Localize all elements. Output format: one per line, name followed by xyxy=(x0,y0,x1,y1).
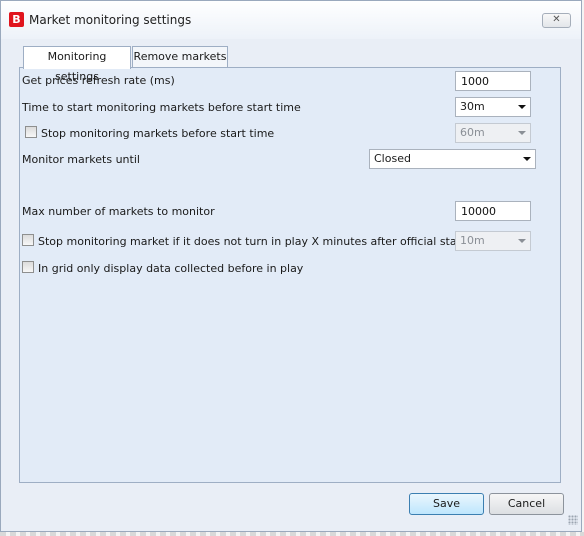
background-strip xyxy=(0,532,584,536)
max-markets-label: Max number of markets to monitor xyxy=(22,205,215,218)
settings-dialog: B Market monitoring settings ✕ Monitorin… xyxy=(0,0,582,532)
stop-before-select: 60m xyxy=(455,123,531,143)
window-title: Market monitoring settings xyxy=(29,13,192,27)
stop-not-inplay-checkbox[interactable] xyxy=(22,234,34,246)
refresh-rate-input[interactable] xyxy=(455,71,531,91)
tab-remove-markets[interactable]: Remove markets xyxy=(132,46,228,68)
max-markets-input[interactable] xyxy=(455,201,531,221)
monitor-until-label: Monitor markets until xyxy=(22,153,140,166)
stop-before-value: 60m xyxy=(460,126,485,139)
grid-before-inplay-checkbox[interactable] xyxy=(22,261,34,273)
chevron-down-icon xyxy=(523,157,531,161)
monitor-until-select[interactable]: Closed xyxy=(369,149,536,169)
chevron-down-icon xyxy=(518,131,526,135)
cancel-button[interactable]: Cancel xyxy=(489,493,564,515)
stop-not-inplay-select: 10m xyxy=(455,231,531,251)
stop-before-label: Stop monitoring markets before start tim… xyxy=(41,127,275,140)
stop-before-checkbox[interactable] xyxy=(25,126,37,138)
grid-before-inplay-label: In grid only display data collected befo… xyxy=(38,262,304,275)
start-time-select[interactable]: 30m xyxy=(455,97,531,117)
resize-grip-icon[interactable] xyxy=(568,515,578,525)
tab-monitoring-settings[interactable]: Monitoring settings xyxy=(23,46,131,83)
save-button[interactable]: Save xyxy=(409,493,484,515)
monitor-until-value: Closed xyxy=(374,152,411,165)
close-button[interactable]: ✕ xyxy=(542,13,571,28)
title-bar: B Market monitoring settings ✕ xyxy=(1,1,581,39)
stop-not-inplay-label: Stop monitoring market if it does not tu… xyxy=(38,235,494,248)
start-time-label: Time to start monitoring markets before … xyxy=(22,101,301,114)
chevron-down-icon xyxy=(518,105,526,109)
start-time-value: 30m xyxy=(460,100,485,113)
betfair-app-icon: B xyxy=(9,12,24,27)
chevron-down-icon xyxy=(518,239,526,243)
stop-not-inplay-value: 10m xyxy=(460,234,485,247)
